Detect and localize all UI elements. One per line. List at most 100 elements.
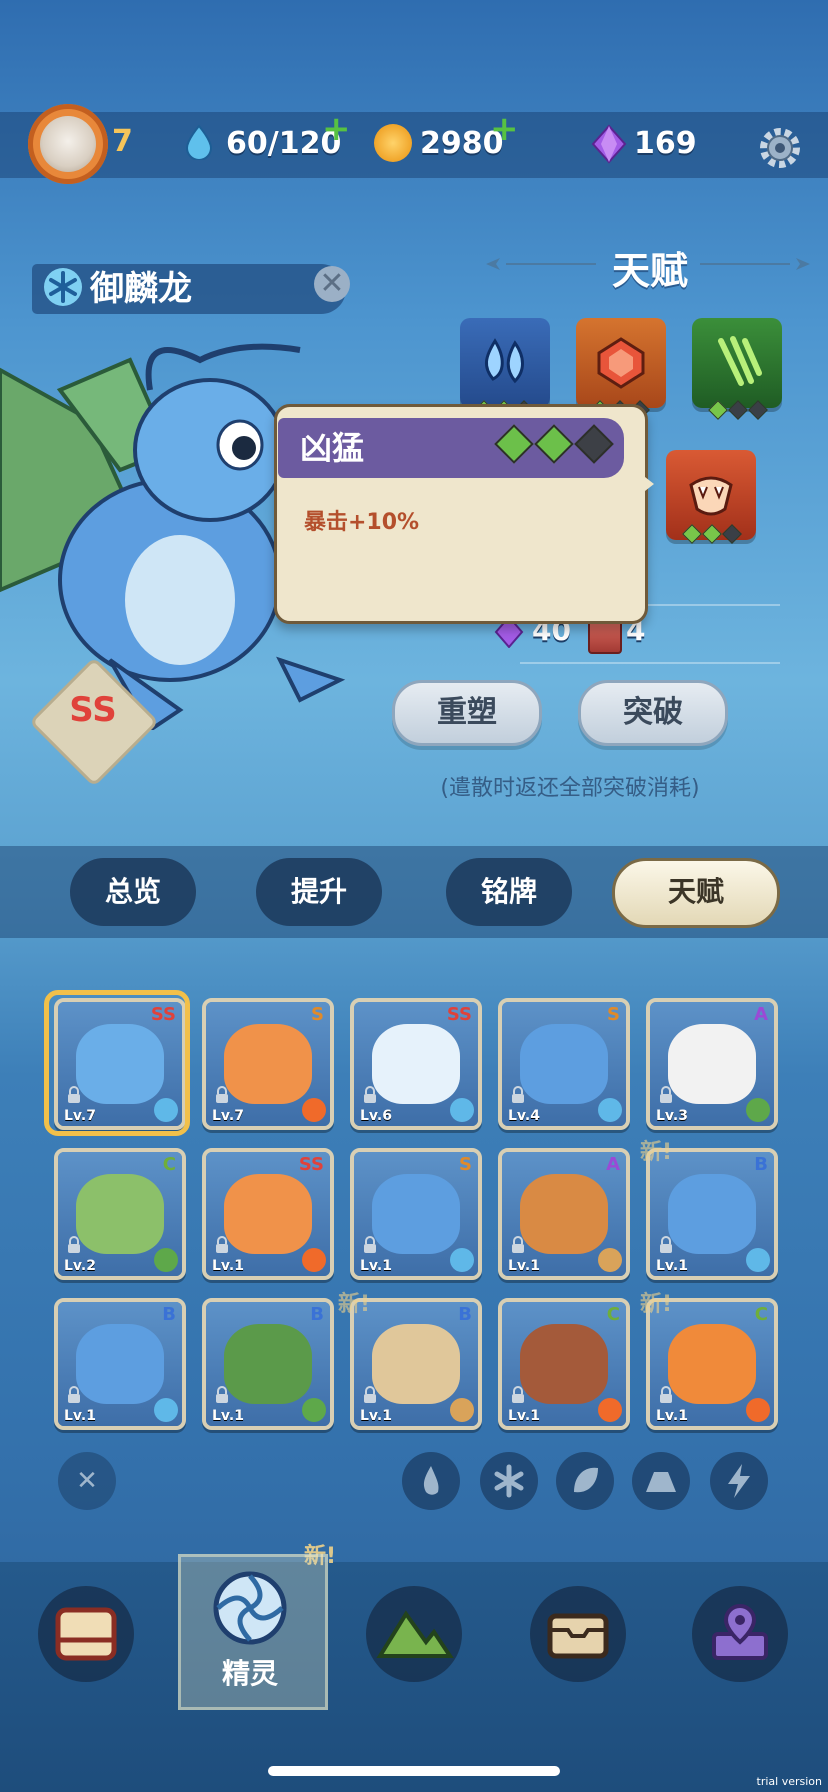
card-rank: SS bbox=[298, 1154, 324, 1175]
creature-portrait bbox=[520, 1024, 608, 1104]
creature-portrait bbox=[372, 1174, 460, 1254]
coin-icon bbox=[374, 124, 412, 162]
creature-card[interactable]: S Lv.4 bbox=[498, 998, 630, 1130]
creature-portrait bbox=[520, 1174, 608, 1254]
gem-value: 169 bbox=[634, 126, 697, 161]
fire-element-icon bbox=[302, 1248, 326, 1272]
card-level: Lv.1 bbox=[508, 1258, 540, 1274]
pip bbox=[728, 400, 748, 420]
nav-adventure[interactable] bbox=[366, 1586, 462, 1682]
mountain-icon bbox=[376, 1610, 454, 1658]
nav-spirits-label: 精灵 bbox=[221, 1657, 278, 1690]
card-rank: B bbox=[754, 1154, 768, 1175]
lock-icon bbox=[658, 1086, 674, 1104]
nav-map[interactable] bbox=[692, 1586, 788, 1682]
card-level: Lv.1 bbox=[360, 1258, 392, 1274]
card-level: Lv.1 bbox=[508, 1408, 540, 1424]
creature-card[interactable]: B Lv.1 bbox=[646, 1148, 778, 1280]
card-level: Lv.1 bbox=[360, 1408, 392, 1424]
lock-icon bbox=[214, 1086, 230, 1104]
talent-slot-1[interactable] bbox=[460, 318, 550, 408]
tab-upgrade[interactable]: 提升 bbox=[256, 858, 382, 926]
creature-card[interactable]: SS Lv.1 bbox=[202, 1148, 334, 1280]
water-drop-icon bbox=[485, 338, 524, 384]
breakthrough-button[interactable]: 突破 bbox=[578, 680, 728, 746]
talent-slot-3[interactable] bbox=[692, 318, 782, 408]
talent-3-level-pips bbox=[708, 400, 768, 420]
creature-portrait bbox=[224, 1024, 312, 1104]
creature-portrait bbox=[224, 1174, 312, 1254]
new-tag: 新! bbox=[640, 1292, 673, 1317]
fire-filter-icon[interactable] bbox=[402, 1452, 460, 1510]
card-rank: C bbox=[162, 1154, 176, 1175]
earth-filter-icon[interactable] bbox=[632, 1452, 690, 1510]
leaf-element-icon bbox=[302, 1398, 326, 1422]
selected-card-frame bbox=[44, 990, 190, 1136]
pip bbox=[748, 400, 768, 420]
creature-card[interactable]: A Lv.3 bbox=[646, 998, 778, 1130]
nav-inventory[interactable] bbox=[530, 1586, 626, 1682]
ice-element-icon bbox=[44, 268, 82, 306]
add-stamina-button[interactable]: + bbox=[322, 112, 351, 146]
divider bbox=[520, 662, 780, 664]
tooltip-description: 暴击+10% bbox=[304, 510, 420, 535]
creature-card[interactable]: C Lv.2 bbox=[54, 1148, 186, 1280]
tab-nameplate[interactable]: 铭牌 bbox=[446, 858, 572, 926]
pip bbox=[574, 424, 614, 464]
lightning-filter-icon[interactable] bbox=[710, 1452, 768, 1510]
release-creature-button[interactable]: ✕ bbox=[314, 266, 350, 302]
card-rank: A bbox=[606, 1154, 620, 1175]
add-coins-button[interactable]: + bbox=[490, 112, 519, 146]
water-drop-icon bbox=[185, 124, 213, 160]
lock-icon bbox=[66, 1236, 82, 1254]
creature-portrait bbox=[668, 1174, 756, 1254]
reshape-button[interactable]: 重塑 bbox=[392, 680, 542, 746]
pip bbox=[494, 424, 534, 464]
ice-element-icon bbox=[598, 1098, 622, 1122]
new-tag: 新! bbox=[338, 1292, 371, 1317]
earth-element-icon bbox=[598, 1248, 622, 1272]
map-pin-icon bbox=[712, 1603, 768, 1660]
claw-slash-icon bbox=[718, 336, 762, 386]
leaf-element-icon bbox=[746, 1098, 770, 1122]
chest-icon bbox=[547, 1613, 609, 1659]
creature-card[interactable]: SS Lv.6 bbox=[350, 998, 482, 1130]
tooltip-title: 凶猛 bbox=[300, 429, 365, 467]
card-level: Lv.1 bbox=[212, 1408, 244, 1424]
settings-gear-icon[interactable] bbox=[756, 124, 804, 172]
player-level: 7 bbox=[112, 124, 133, 159]
creature-card[interactable]: B Lv.1 bbox=[54, 1298, 186, 1430]
tab-talent[interactable]: 天赋 bbox=[612, 858, 780, 928]
card-level: Lv.1 bbox=[64, 1408, 96, 1424]
creature-card[interactable]: S Lv.7 bbox=[202, 998, 334, 1130]
ice-element-icon bbox=[746, 1248, 770, 1272]
lock-icon bbox=[362, 1086, 378, 1104]
card-rank: S bbox=[459, 1154, 472, 1175]
home-indicator[interactable] bbox=[268, 1766, 560, 1776]
pip bbox=[682, 524, 702, 544]
card-rank: S bbox=[311, 1004, 324, 1025]
talent-slot-2[interactable] bbox=[576, 318, 666, 408]
card-level: Lv.1 bbox=[656, 1258, 688, 1274]
leaf-filter-icon[interactable] bbox=[556, 1452, 614, 1510]
clear-filter-button[interactable]: ✕ bbox=[58, 1452, 116, 1510]
trial-watermark: trial version bbox=[756, 1775, 822, 1788]
creature-rank: SS bbox=[69, 690, 117, 730]
card-level: Lv.1 bbox=[212, 1258, 244, 1274]
earth-element-icon bbox=[450, 1398, 474, 1422]
creature-card[interactable]: A Lv.1 bbox=[498, 1148, 630, 1280]
tab-overview[interactable]: 总览 bbox=[70, 858, 196, 926]
nav-device[interactable] bbox=[38, 1586, 134, 1682]
creature-card[interactable]: B Lv.1 bbox=[202, 1298, 334, 1430]
lock-icon bbox=[362, 1236, 378, 1254]
lock-icon bbox=[658, 1386, 674, 1404]
creature-card[interactable]: S Lv.1 bbox=[350, 1148, 482, 1280]
card-level: Lv.7 bbox=[212, 1108, 244, 1124]
ice-filter-icon[interactable] bbox=[480, 1452, 538, 1510]
creature-card[interactable]: C Lv.1 bbox=[498, 1298, 630, 1430]
card-rank: SS bbox=[446, 1004, 472, 1025]
tooltip-level-pips bbox=[494, 424, 614, 464]
creature-portrait bbox=[520, 1324, 608, 1404]
card-rank: B bbox=[458, 1304, 472, 1325]
fire-element-icon bbox=[746, 1398, 770, 1422]
